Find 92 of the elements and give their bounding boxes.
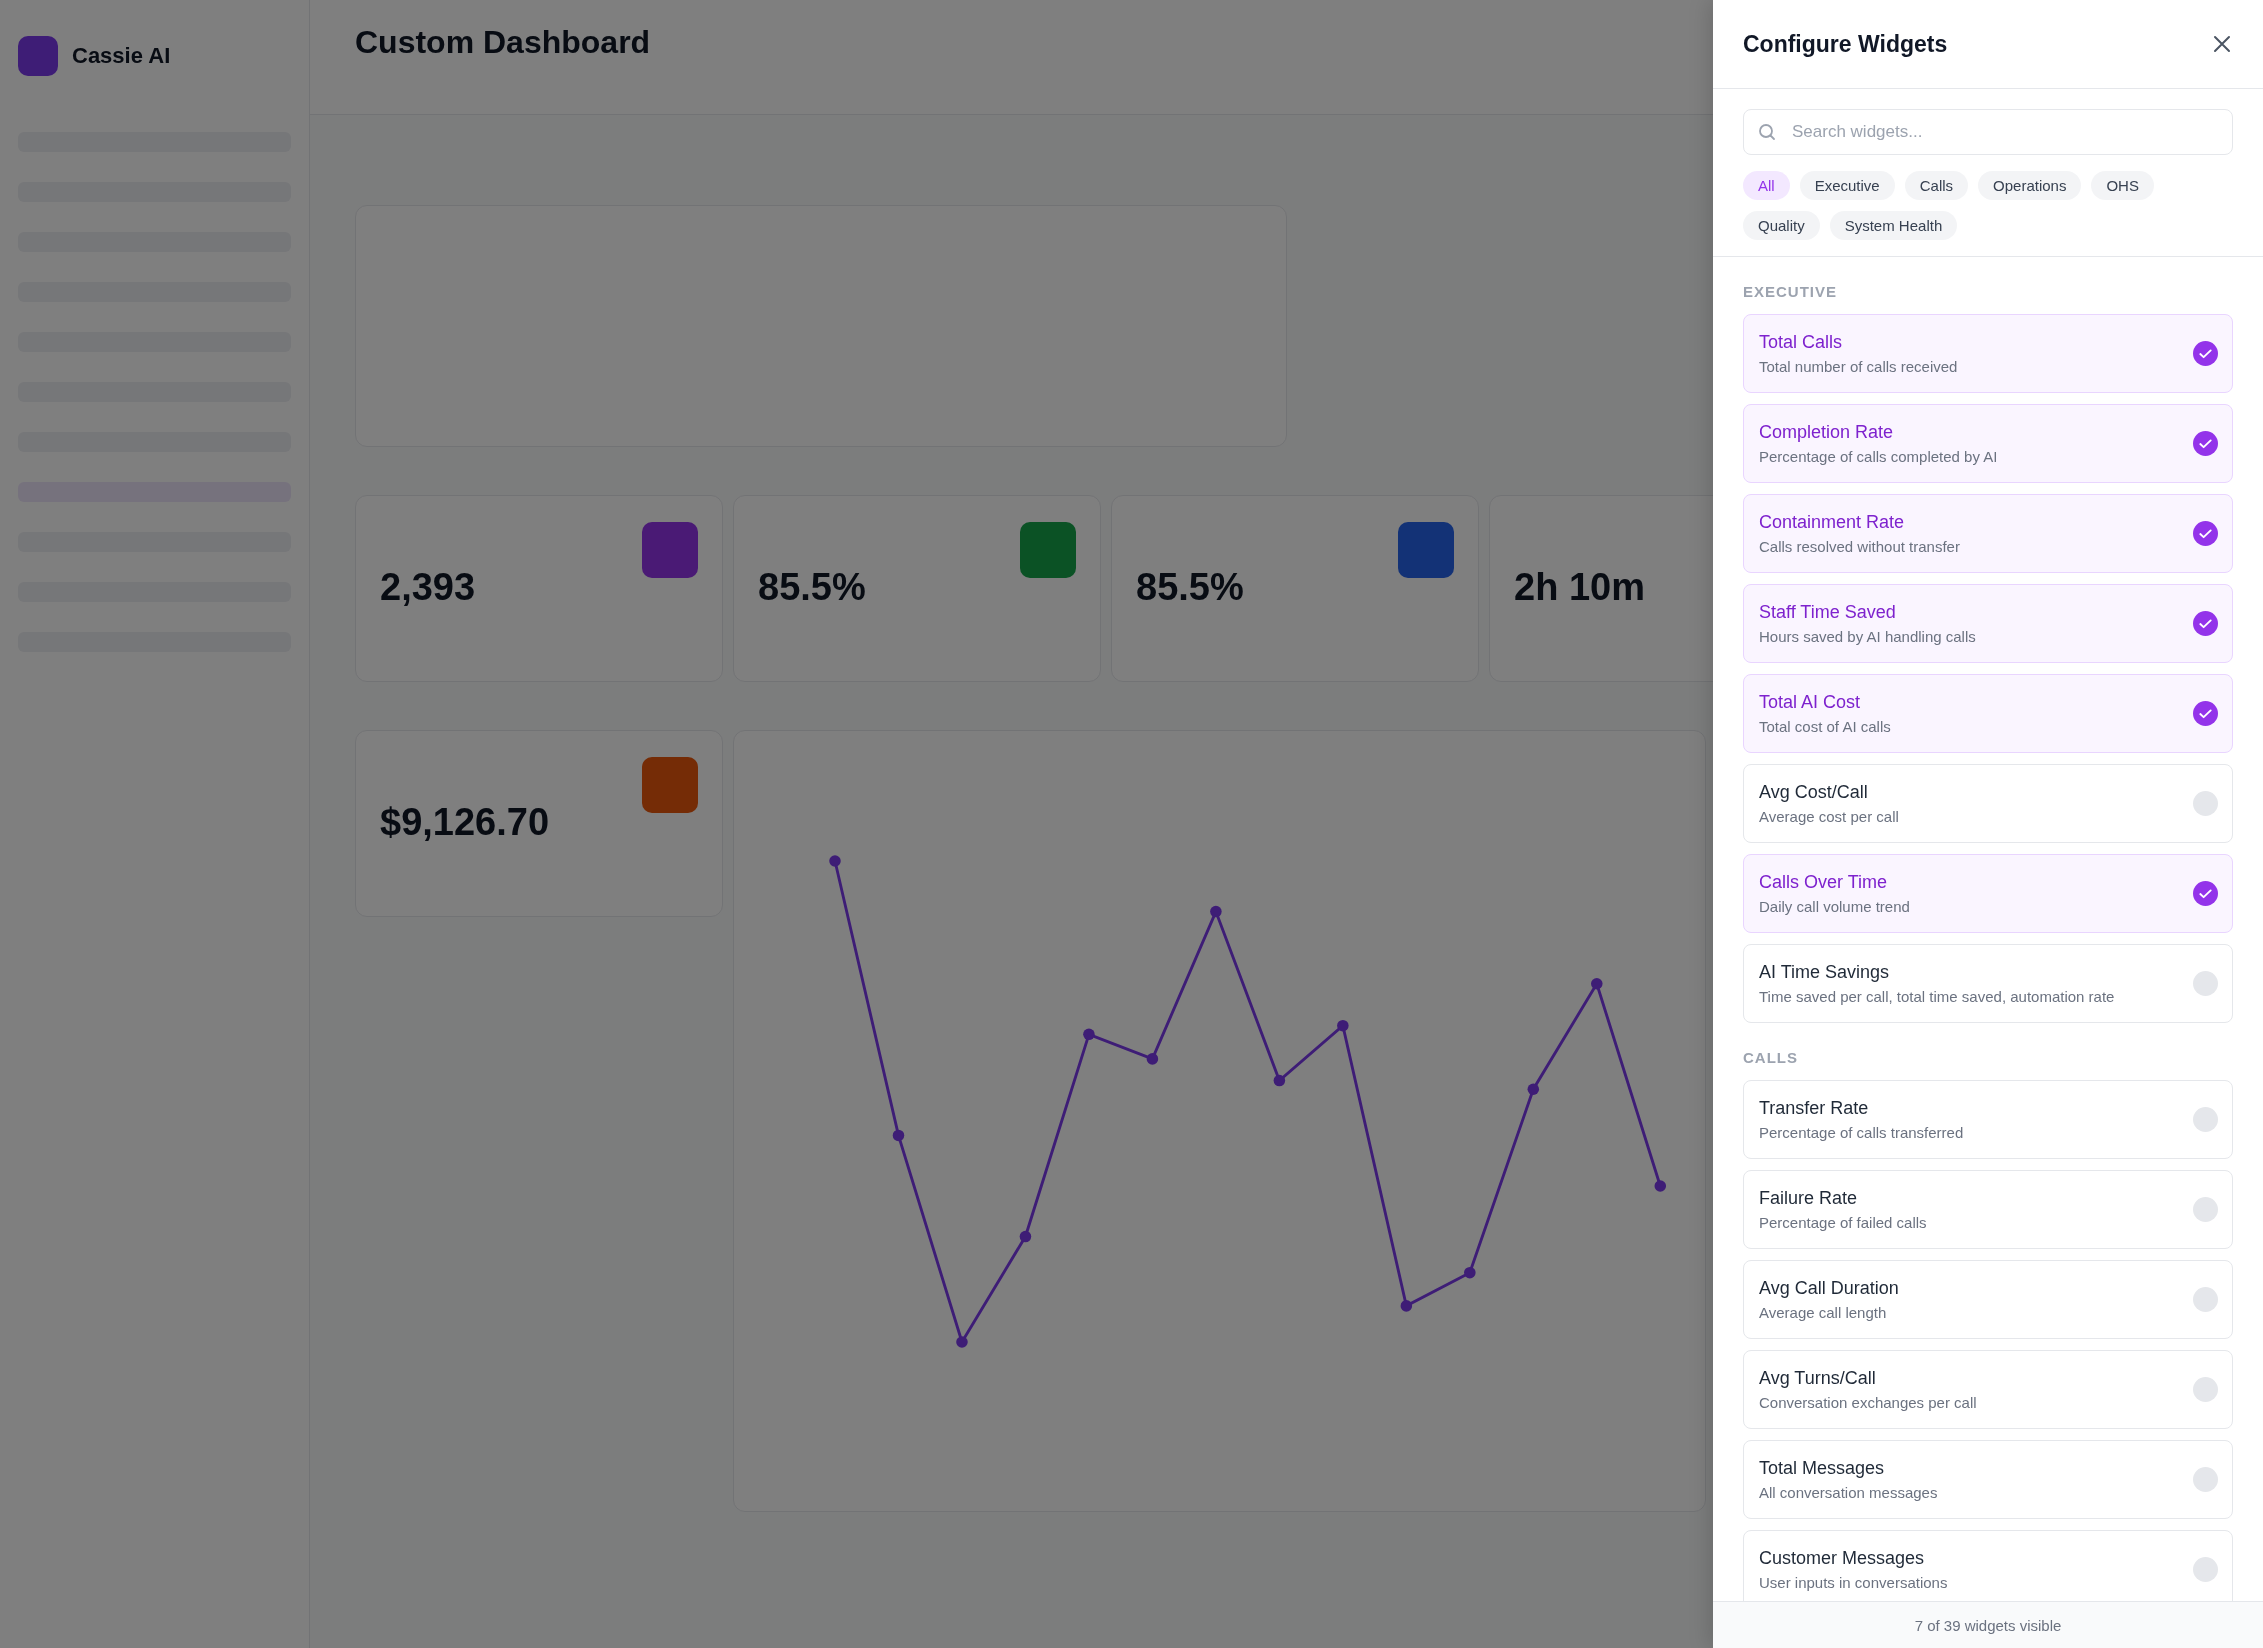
data-point — [1464, 1266, 1476, 1279]
widget-option[interactable]: Containment Rate Calls resolved without transfer — [1743, 494, 2233, 573]
data-point — [1591, 978, 1603, 990]
data-point — [1146, 1053, 1159, 1065]
close-icon[interactable] — [2211, 33, 2233, 55]
data-point — [1210, 905, 1222, 918]
panel-title: Configure Widgets — [1743, 30, 1948, 58]
checked-icon[interactable] — [2193, 341, 2218, 366]
widget-title: Transfer Rate — [1759, 1098, 1870, 1119]
filter-chip[interactable]: All — [1743, 171, 1790, 200]
app-logo-icon — [18, 36, 58, 76]
widget-option[interactable]: Avg Call Duration Average call length — [1743, 1260, 2233, 1339]
unchecked-icon[interactable] — [2193, 1107, 2218, 1132]
widget-option[interactable]: AI Time Savings Time saved per call, total time saved, automation rate — [1743, 944, 2233, 1023]
widget-description: Daily call volume trend — [1759, 898, 1910, 915]
filter-chip[interactable]: Calls — [1904, 171, 1969, 200]
widget-option[interactable]: Staff Time Saved Hours saved by AI handling calls — [1743, 584, 2233, 663]
widget-description: Percentage of calls completed by AI — [1759, 448, 1998, 465]
data-point — [1654, 1180, 1667, 1192]
unchecked-icon[interactable] — [2193, 791, 2218, 816]
brand-name: Cassie AI — [72, 43, 171, 69]
widget-description: Average cost per call — [1759, 808, 1899, 825]
stat-value: 85.5% — [758, 566, 866, 609]
widget-title: Completion Rate — [1759, 422, 1895, 443]
data-point — [1337, 1019, 1349, 1032]
widget-title: Total Messages — [1759, 1458, 1886, 1479]
widget-title: Calls Over Time — [1759, 872, 1889, 893]
widget-option[interactable]: Total Messages All conversation messages — [1743, 1440, 2233, 1519]
filter-chip[interactable]: Quality — [1743, 211, 1820, 240]
checked-icon[interactable] — [2193, 701, 2218, 726]
search-field[interactable]: Search widgets... — [1743, 109, 2233, 155]
unchecked-icon[interactable] — [2193, 1287, 2218, 1312]
widget-option[interactable]: Calls Over Time Daily call volume trend — [1743, 854, 2233, 933]
unchecked-icon[interactable] — [2193, 1377, 2218, 1402]
widget-option[interactable]: Completion Rate Percentage of calls completed by AI — [1743, 404, 2233, 483]
widget-option[interactable]: Failure Rate Percentage of failed calls — [1743, 1170, 2233, 1249]
widget-description: User inputs in conversations — [1759, 1574, 1948, 1591]
widget-option[interactable]: Transfer Rate Percentage of calls transferred — [1743, 1080, 2233, 1159]
checked-icon[interactable] — [2193, 611, 2218, 636]
widget-option[interactable]: Total Calls Total number of calls received — [1743, 314, 2233, 393]
checked-icon[interactable] — [2193, 521, 2218, 546]
unchecked-icon[interactable] — [2193, 971, 2218, 996]
widget-description: Total cost of AI calls — [1759, 718, 1891, 735]
widget-title: Total AI Cost — [1759, 692, 1862, 713]
stat-value: 2,393 — [380, 566, 476, 609]
widget-title: Failure Rate — [1759, 1188, 1859, 1209]
stat-value: $9,126.70 — [380, 801, 550, 844]
widget-description: All conversation messages — [1759, 1484, 1938, 1501]
unchecked-icon[interactable] — [2193, 1197, 2218, 1222]
widget-count: 7 of 39 widgets visible — [1914, 1616, 2062, 1634]
data-point — [1400, 1300, 1413, 1312]
search-icon — [1758, 123, 1776, 141]
widget-description: Hours saved by AI handling calls — [1759, 628, 1976, 645]
widget-description: Average call length — [1759, 1304, 1888, 1321]
page-title: Custom Dashboard — [355, 24, 651, 60]
widget-option[interactable]: Total AI Cost Total cost of AI calls — [1743, 674, 2233, 753]
filter-chip[interactable]: System Health — [1829, 211, 1958, 240]
unchecked-icon[interactable] — [2193, 1557, 2218, 1582]
widget-option[interactable]: Customer Messages User inputs in conversations — [1743, 1530, 2233, 1601]
data-point — [1273, 1074, 1286, 1087]
filter-chip[interactable]: Executive — [1799, 171, 1895, 200]
stat-value: 2h 10m — [1514, 566, 1645, 609]
filter-chip[interactable]: Operations — [1978, 171, 2082, 200]
widget-title: Avg Turns/Call — [1759, 1368, 1877, 1389]
data-point — [829, 855, 841, 867]
widget-description: Total number of calls received — [1759, 358, 1958, 375]
data-point — [956, 1336, 968, 1348]
widget-title: Containment Rate — [1759, 512, 1906, 533]
section-heading: EXECUTIVE — [1743, 283, 1839, 300]
widget-title: AI Time Savings — [1759, 962, 1891, 983]
data-point — [1019, 1230, 1032, 1243]
checked-icon[interactable] — [2193, 881, 2218, 906]
widget-description: Percentage of calls transferred — [1759, 1124, 1964, 1141]
widget-option[interactable]: Avg Turns/Call Conversation exchanges per call — [1743, 1350, 2233, 1429]
widget-description: Percentage of failed calls — [1759, 1214, 1927, 1231]
unchecked-icon[interactable] — [2193, 1467, 2218, 1492]
data-point — [1083, 1028, 1095, 1041]
checked-icon[interactable] — [2193, 431, 2218, 456]
widget-title: Staff Time Saved — [1759, 602, 1897, 623]
widget-description: Conversation exchanges per call — [1759, 1394, 1977, 1411]
stat-value: 85.5% — [1136, 566, 1244, 609]
widget-option[interactable]: Avg Cost/Call Average cost per call — [1743, 764, 2233, 843]
section-heading: CALLS — [1743, 1049, 1799, 1066]
filter-chip[interactable]: OHS — [2091, 171, 2154, 200]
widget-description: Calls resolved without transfer — [1759, 538, 1960, 555]
widget-title: Avg Cost/Call — [1759, 782, 1869, 803]
widget-title: Avg Call Duration — [1759, 1278, 1899, 1299]
data-point — [1527, 1083, 1540, 1095]
widget-title: Total Calls — [1759, 332, 1844, 353]
data-point — [892, 1129, 905, 1142]
widget-description: Time saved per call, total time saved, automation rate — [1759, 988, 2115, 1005]
widget-title: Customer Messages — [1759, 1548, 1926, 1569]
